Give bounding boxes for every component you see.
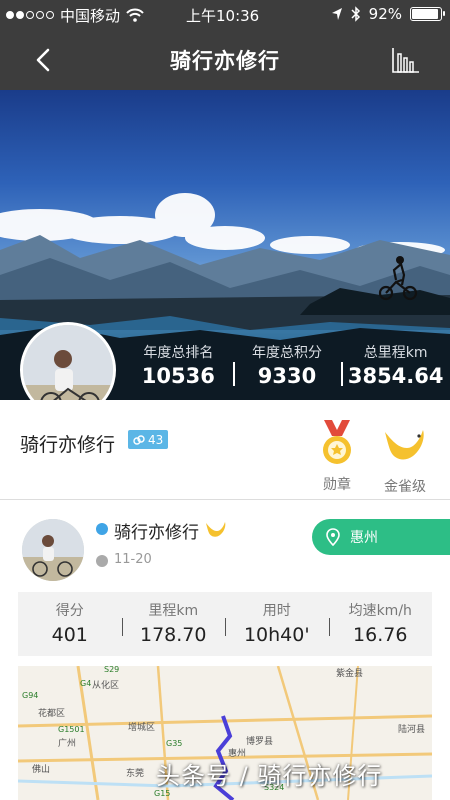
map-road-label: G35: [166, 739, 182, 748]
app-screen: 中国移动 上午10:36 92% 骑行亦修行 年度总排名 10536 年度总积分…: [0, 0, 450, 800]
watermark: 头条号 / 骑行亦修行: [156, 762, 383, 790]
metric-value: 178.70: [140, 624, 207, 646]
map-label: 从化区: [92, 679, 119, 691]
clock-icon: [96, 555, 108, 567]
nav-bar: 骑行亦修行: [0, 30, 450, 90]
signal-dot: [36, 11, 44, 19]
medal-icon: [323, 420, 351, 464]
map-road-label: G4: [80, 679, 91, 688]
stat-label: 年度总积分: [252, 345, 322, 361]
battery-percent: 92%: [368, 5, 402, 23]
metric-distance: 里程km 178.70: [121, 592, 226, 656]
location-pin-icon: [326, 528, 340, 546]
map-label: 增城区: [128, 721, 155, 733]
stat-value: 9330: [257, 364, 317, 388]
level-badge[interactable]: 43: [128, 430, 169, 449]
map-label: 广州: [58, 737, 76, 749]
signal-strength-icon: [6, 11, 54, 19]
activity-metrics: 得分 401 里程km 178.70 用时 10h40' 均速km/h 16.7…: [18, 592, 432, 656]
location-arrow-icon: [331, 8, 342, 20]
map-road-label: G94: [22, 691, 38, 700]
annual-stats: 年度总排名 10536 年度总积分 9330 总里程km 3854.64: [124, 342, 450, 390]
stat-value: 10536: [141, 364, 215, 388]
map-road-label: G1501: [58, 725, 85, 734]
stat-value: 3854.64: [347, 364, 444, 388]
metric-value: 401: [51, 624, 88, 646]
status-right: 92%: [331, 5, 445, 23]
username: 骑行亦修行: [20, 434, 116, 456]
stat-label: 年度总排名: [143, 345, 214, 361]
medal-label: 勋章: [323, 477, 351, 493]
medal-button[interactable]: 勋章: [312, 418, 362, 494]
gold-bird-icon: [206, 522, 226, 537]
profile-summary: 骑行亦修行 43 勋章 金雀级: [0, 400, 450, 500]
link-icon: [133, 434, 145, 445]
bluetooth-icon: [351, 6, 360, 22]
battery-icon: [410, 7, 445, 21]
stat-label: 总里程km: [363, 345, 428, 361]
battery-fill: [412, 9, 438, 19]
gold-bird-icon: [385, 430, 424, 460]
wifi-icon: [126, 8, 144, 22]
metric-value: 10h40': [243, 624, 310, 646]
rider-avatar-image: [23, 325, 113, 400]
metric-label: 里程km: [148, 603, 199, 619]
signal-dot: [26, 11, 34, 19]
cover-banner: 年度总排名 10536 年度总积分 9330 总里程km 3854.64: [0, 90, 450, 400]
map-label: 博罗县: [246, 735, 273, 747]
stat-annual-points[interactable]: 年度总积分 9330: [232, 342, 342, 390]
metric-label: 得分: [55, 603, 84, 619]
metric-score: 得分 401: [18, 592, 122, 656]
location-tag[interactable]: 惠州: [312, 519, 450, 555]
signal-dot: [46, 11, 54, 19]
rider-avatar-image: [22, 519, 84, 581]
metric-avg-speed: 均速km/h 16.76: [328, 592, 433, 656]
stat-annual-rank[interactable]: 年度总排名 10536: [124, 342, 233, 390]
bar-chart-icon[interactable]: [390, 44, 422, 76]
map-label: 紫金县: [336, 667, 363, 679]
rank-label: 金雀级: [384, 479, 426, 495]
activity-date: 11-20: [114, 552, 152, 567]
map-label: 花都区: [38, 707, 65, 719]
signal-dot: [6, 11, 14, 19]
page-title: 骑行亦修行: [170, 49, 280, 73]
map-road-label: S29: [104, 666, 119, 674]
avatar[interactable]: [22, 519, 84, 581]
clock-time: 上午10:36: [186, 7, 260, 25]
map-label: 陆河县: [398, 723, 425, 735]
metric-value: 16.76: [353, 624, 408, 646]
rank-level-button[interactable]: 金雀级: [377, 422, 433, 496]
verified-icon: [96, 523, 108, 535]
level-number: 43: [148, 432, 164, 447]
metric-label: 均速km/h: [348, 603, 412, 619]
activity-username: 骑行亦修行: [114, 523, 199, 543]
signal-dot: [16, 11, 24, 19]
stat-total-distance[interactable]: 总里程km 3854.64: [341, 342, 450, 390]
chevron-left-icon[interactable]: [30, 46, 58, 74]
map-label: 佛山: [32, 763, 50, 775]
metric-label: 用时: [262, 603, 291, 619]
map-label: 东莞: [126, 767, 144, 779]
metric-duration: 用时 10h40': [225, 592, 329, 656]
carrier-name: 中国移动: [60, 6, 121, 25]
location-name: 惠州: [350, 530, 378, 546]
status-bar: 中国移动 上午10:36 92%: [0, 0, 450, 30]
